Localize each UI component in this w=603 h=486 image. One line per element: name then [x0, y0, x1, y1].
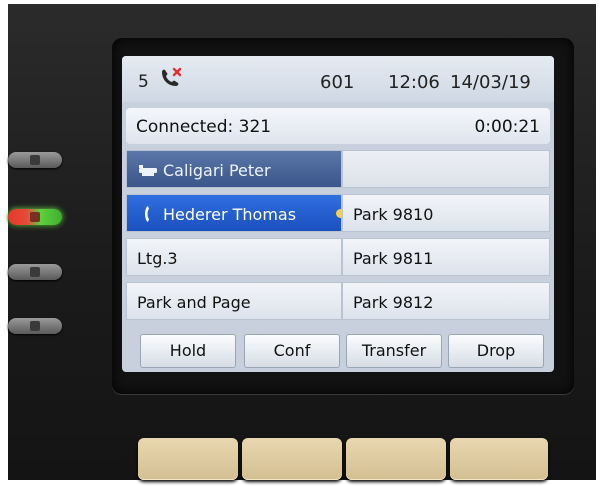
conf-button[interactable]: Conf [244, 334, 340, 368]
line-key-3[interactable]: Ltg.3 [126, 238, 342, 276]
phone-display: 5 601 12:06 14/03/19 Connected: 321 0:00… [122, 56, 554, 372]
park-key-9811-label: Park 9811 [353, 249, 434, 268]
hardware-softkey-3[interactable] [346, 438, 446, 480]
park-key-9811[interactable]: Park 9811 [342, 238, 550, 276]
handset-icon [145, 206, 149, 222]
own-extension: 601 [320, 72, 355, 93]
missed-call-icon [162, 67, 182, 86]
line-led-2-active[interactable] [8, 209, 62, 225]
line-led-3[interactable] [8, 264, 62, 280]
hardware-softkey-4[interactable] [450, 438, 548, 480]
park-key-9810-label: Park 9810 [353, 205, 434, 224]
call-timer: 0:00:21 [474, 117, 540, 137]
line-key-4-label: Park and Page [137, 293, 251, 312]
park-key-9810[interactable]: Park 9810 [342, 194, 550, 232]
hardware-softkey-1[interactable] [138, 438, 238, 480]
hardware-softkey-2[interactable] [242, 438, 342, 480]
clock-date: 14/03/19 [450, 72, 531, 93]
missed-calls-count: 5 [138, 72, 149, 92]
line-key-2-label: Hederer Thomas [163, 205, 297, 224]
call-status: Connected: 321 [136, 117, 272, 137]
clock-time: 12:06 [388, 72, 440, 93]
busy-line-icon [139, 165, 157, 176]
line-key-4[interactable]: Park and Page [126, 282, 342, 320]
hold-button[interactable]: Hold [140, 334, 236, 368]
park-key-9812-label: Park 9812 [353, 293, 434, 312]
line-led-4[interactable] [8, 318, 62, 334]
status-bar: 5 601 12:06 14/03/19 [122, 56, 554, 102]
park-key-9812[interactable]: Park 9812 [342, 282, 550, 320]
line-key-2[interactable]: Hederer Thomas [126, 194, 345, 232]
drop-button[interactable]: Drop [448, 334, 544, 368]
line-key-1-label: Caligari Peter [163, 161, 271, 180]
line-key-1[interactable]: Caligari Peter [126, 150, 342, 188]
call-info-bar: Connected: 321 0:00:21 [126, 108, 550, 144]
line-key-3-label: Ltg.3 [137, 249, 178, 268]
park-key-empty[interactable] [342, 150, 550, 188]
transfer-button[interactable]: Transfer [346, 334, 442, 368]
line-led-1[interactable] [8, 152, 62, 168]
